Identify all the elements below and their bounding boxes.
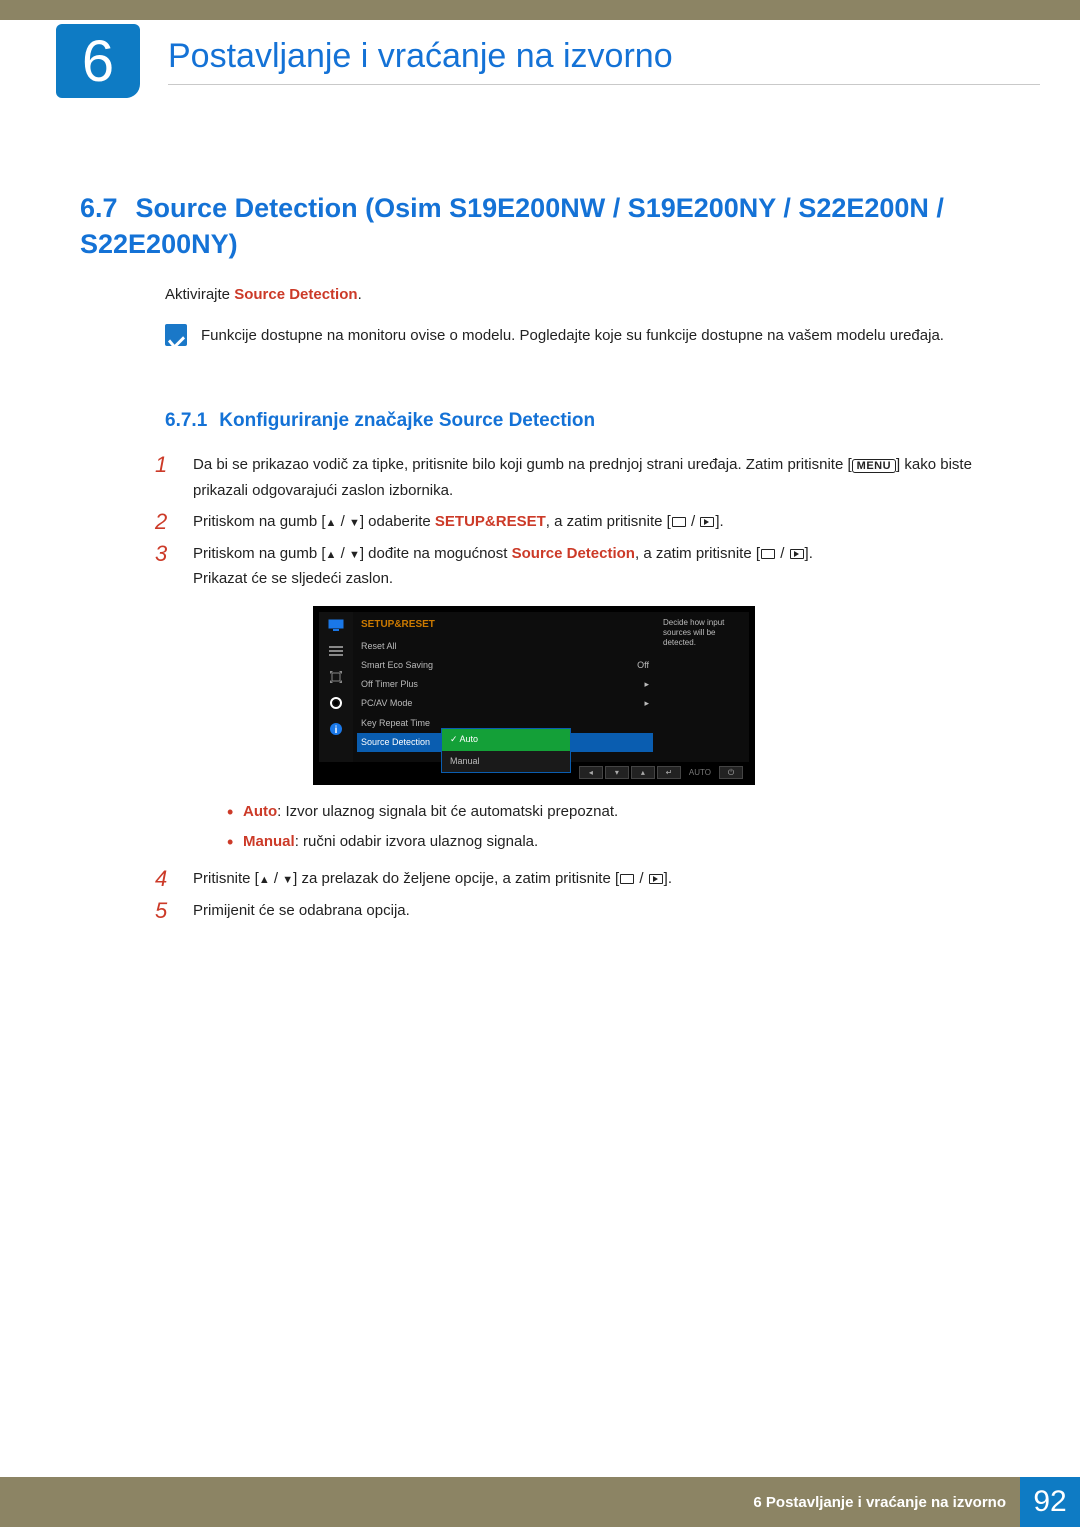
step3-post: , a zatim pritisnite [ [635, 545, 760, 562]
gear-icon [327, 696, 345, 710]
step1-line1: Da bi se prikazao vodič za tipke, pritis… [193, 456, 843, 473]
down-arrow-icon [282, 870, 293, 887]
intro-text: Aktivirajte Source Detection. [165, 286, 362, 303]
list-icon [327, 644, 345, 658]
osd-row: Off Timer Plus▸ [361, 675, 649, 694]
section-number: 6.7 [80, 193, 118, 223]
osd-nav-up-icon: ▴ [631, 766, 655, 779]
rect-icon [672, 517, 686, 527]
step2-post: , a zatim pritisnite [ [546, 513, 671, 530]
step-number: 1 [155, 452, 175, 503]
step2-pre: Pritiskom na gumb [ [193, 513, 326, 530]
footer-bar: 6 Postavljanje i vraćanje na izvorno 92 [0, 1477, 1080, 1527]
svg-text:i: i [335, 725, 338, 736]
subsection-number: 6.7.1 [165, 410, 207, 431]
step4-pre: Pritisnite [ [193, 870, 259, 887]
info-icon: i [327, 722, 345, 736]
step-number: 5 [155, 898, 175, 924]
step4-mid: ] za prelazak do željene opcije, a zatim… [293, 870, 619, 887]
subsection-heading: 6.7.1 Konfiguriranje značajke Source Dete… [165, 410, 595, 432]
bullet-auto-label: Auto [243, 803, 277, 820]
bullet-auto-text: : Izvor ulaznog signala bit će automatsk… [277, 803, 618, 820]
step2-highlight: SETUP&RESET [435, 513, 546, 530]
down-arrow-icon [349, 513, 360, 530]
step-number: 4 [155, 866, 175, 892]
osd-nav-left-icon: ◂ [579, 766, 603, 779]
step3-mid: ] dođite na mogućnost [360, 545, 512, 562]
down-arrow-icon [349, 545, 360, 562]
step-2: 2 Pritiskom na gumb [ / ] odaberite SETU… [155, 509, 1010, 535]
osd-submenu-item: Manual [442, 751, 570, 772]
osd-row: Smart Eco SavingOff [361, 656, 649, 675]
step3-end: ]. [805, 545, 813, 562]
intro-highlight: Source Detection [234, 286, 357, 303]
step-body: Da bi se prikazao vodič za tipke, pritis… [193, 452, 1010, 503]
rect-play-icon [700, 517, 714, 527]
osd-nav-enter-icon: ↵ [657, 766, 681, 779]
step-number: 3 [155, 541, 175, 861]
rect-play-icon [649, 874, 663, 884]
step2-mid: ] odaberite [360, 513, 435, 530]
section-heading: 6.7Source Detection (Osim S19E200NW / S1… [80, 190, 1020, 263]
osd-side-icons: i [319, 612, 353, 762]
rect-icon [620, 874, 634, 884]
step-5: 5 Primijenit će se odabrana opcija. [155, 898, 1010, 924]
footer-text: 6 Postavljanje i vraćanje na izvorno [753, 1494, 1006, 1511]
chapter-header: 6 Postavljanje i vraćanje na izvorno [56, 24, 1040, 98]
rect-icon [761, 549, 775, 559]
note-text: Funkcije dostupne na monitoru ovise o mo… [201, 324, 944, 347]
section-title: Source Detection (Osim S19E200NW / S19E2… [80, 193, 944, 259]
osd-auto-label: AUTO [689, 766, 711, 780]
step2-end: ]. [715, 513, 723, 530]
up-arrow-icon [259, 870, 270, 887]
page-number: 92 [1020, 1477, 1080, 1527]
step-body: Primijenit će se odabrana opcija. [193, 898, 1010, 924]
option-bullets: Auto: Izvor ulaznog signala bit će autom… [227, 799, 1010, 854]
step-body: Pritiskom na gumb [ / ] dođite na mogućn… [193, 541, 1010, 861]
rect-play-icon [790, 549, 804, 559]
osd-power-icon: ⏻ [719, 766, 743, 779]
step3-highlight: Source Detection [512, 545, 635, 562]
bullet-manual: Manual: ručni odabir izvora ulaznog sign… [227, 829, 1010, 855]
up-arrow-icon [326, 513, 337, 530]
osd-screenshot: i SETUP&RESET Reset All Smart Eco Saving… [313, 606, 755, 786]
step3-pre: Pritiskom na gumb [ [193, 545, 326, 562]
osd-submenu: Auto Manual [441, 728, 571, 773]
step-1: 1 Da bi se prikazao vodič za tipke, prit… [155, 452, 1010, 503]
note-block: Funkcije dostupne na monitoru ovise o mo… [165, 324, 1000, 347]
osd-nav-down-icon: ▾ [605, 766, 629, 779]
intro-suffix: . [358, 286, 362, 303]
steps-list: 1 Da bi se prikazao vodič za tipke, prit… [155, 452, 1010, 929]
up-arrow-icon [326, 545, 337, 562]
step-body: Pritiskom na gumb [ / ] odaberite SETUP&… [193, 509, 1010, 535]
menu-button-label: MENU [852, 459, 896, 473]
step4-end: ]. [664, 870, 672, 887]
osd-row: Reset All [361, 637, 649, 656]
chapter-title: Postavljanje i vraćanje na izvorno [168, 37, 1040, 85]
step-number: 2 [155, 509, 175, 535]
osd-submenu-item-selected: Auto [442, 729, 570, 750]
chapter-number-badge: 6 [56, 24, 140, 98]
subsection-title: Konfiguriranje značajke Source Detection [219, 410, 595, 431]
top-accent-bar [0, 0, 1080, 20]
intro-prefix: Aktivirajte [165, 286, 234, 303]
step-3: 3 Pritiskom na gumb [ / ] dođite na mogu… [155, 541, 1010, 861]
osd-title: SETUP&RESET [361, 616, 649, 633]
bullet-manual-text: : ručni odabir izvora ulaznog signala. [295, 833, 538, 850]
step-body: Pritisnite [ / ] za prelazak do željene … [193, 866, 1010, 892]
monitor-icon [327, 618, 345, 632]
osd-help-panel: Decide how input sources will be detecte… [657, 612, 749, 762]
bullet-auto: Auto: Izvor ulaznog signala bit će autom… [227, 799, 1010, 825]
step3-after: Prikazat će se sljedeći zaslon. [193, 566, 1010, 592]
osd-row: PC/AV Mode▸ [361, 694, 649, 713]
bullet-manual-label: Manual [243, 833, 295, 850]
resize-icon [327, 670, 345, 684]
osd-menu: SETUP&RESET Reset All Smart Eco SavingOf… [353, 612, 657, 762]
step-4: 4 Pritisnite [ / ] za prelazak do željen… [155, 866, 1010, 892]
note-icon [165, 324, 187, 346]
